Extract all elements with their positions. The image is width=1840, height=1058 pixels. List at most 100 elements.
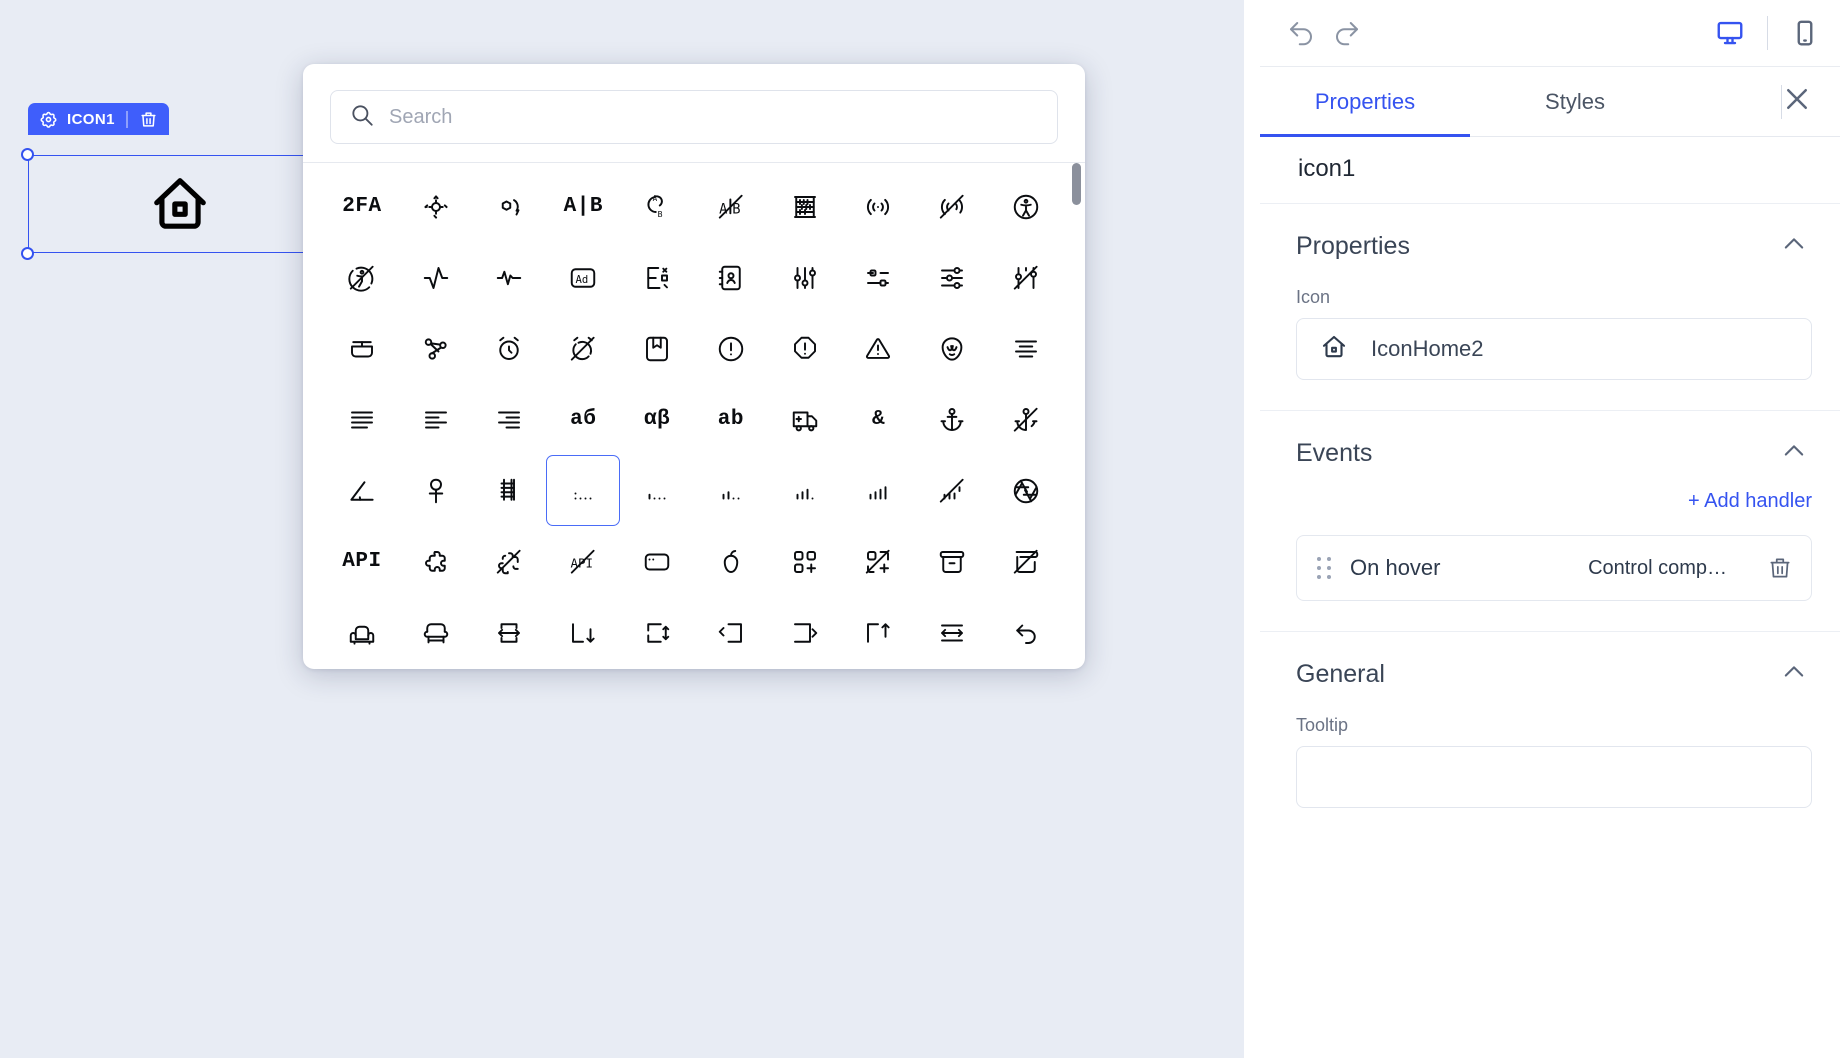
ad-2-icon[interactable] bbox=[620, 242, 694, 313]
antenna-bars-5-icon[interactable] bbox=[842, 455, 916, 526]
adjustments-alt-icon[interactable] bbox=[842, 242, 916, 313]
drag-handle-icon[interactable] bbox=[1317, 557, 1332, 579]
address-book-icon[interactable] bbox=[694, 242, 768, 313]
3d-cube-sphere-icon[interactable] bbox=[473, 171, 547, 242]
icon-grid-scroll[interactable]: 2FAA|BABABAdабαβab&APIAPI bbox=[303, 163, 1085, 665]
tab-styles[interactable]: Styles bbox=[1470, 67, 1680, 136]
ad-icon[interactable]: Ad bbox=[546, 242, 620, 313]
close-button[interactable] bbox=[1782, 67, 1840, 136]
api-app-off-icon[interactable] bbox=[473, 526, 547, 597]
antenna-bars-off-icon[interactable] bbox=[915, 455, 989, 526]
gear-icon[interactable] bbox=[39, 110, 58, 129]
3d-rotate-icon[interactable] bbox=[399, 171, 473, 242]
arrow-autofit-content-icon[interactable] bbox=[473, 597, 547, 665]
activity-icon[interactable] bbox=[399, 242, 473, 313]
adjustments-off-icon[interactable] bbox=[989, 242, 1063, 313]
tooltip-input[interactable] bbox=[1296, 746, 1812, 808]
apple-icon[interactable] bbox=[694, 526, 768, 597]
undo-icon[interactable] bbox=[1286, 18, 1316, 48]
trash-icon[interactable] bbox=[1767, 555, 1793, 581]
event-handler-row[interactable]: On hover Control comp… bbox=[1296, 535, 1812, 601]
alphabet-cyrillic-icon[interactable]: аб bbox=[546, 384, 620, 455]
ankh-icon[interactable] bbox=[399, 455, 473, 526]
search-input[interactable] bbox=[389, 106, 1039, 129]
icon-grid-scrollbar[interactable] bbox=[1072, 163, 1081, 665]
redo-icon[interactable] bbox=[1332, 18, 1362, 48]
access-point-off-icon[interactable] bbox=[915, 171, 989, 242]
icon-field[interactable]: IconHome2 bbox=[1296, 318, 1812, 380]
a-b-2-icon[interactable]: AB bbox=[620, 171, 694, 242]
chevron-up-icon[interactable] bbox=[1780, 658, 1808, 691]
alien-icon[interactable] bbox=[915, 313, 989, 384]
apps-icon[interactable] bbox=[768, 526, 842, 597]
access-point-icon[interactable] bbox=[842, 171, 916, 242]
app-window-icon[interactable] bbox=[620, 526, 694, 597]
alert-triangle-icon[interactable] bbox=[842, 313, 916, 384]
chevron-up-icon[interactable] bbox=[1780, 437, 1808, 470]
antenna-bars-1-icon[interactable] bbox=[546, 455, 620, 526]
desktop-icon[interactable] bbox=[1715, 18, 1745, 48]
archive-off-icon[interactable] bbox=[989, 526, 1063, 597]
section-general-header[interactable]: General bbox=[1260, 632, 1840, 711]
chevron-up-icon[interactable] bbox=[1780, 230, 1808, 263]
design-canvas[interactable]: ICON1 bbox=[0, 0, 1244, 1058]
a-b-icon[interactable]: A|B bbox=[546, 171, 620, 242]
resize-handle-bottom-left[interactable] bbox=[21, 247, 34, 260]
section-properties-header[interactable]: Properties bbox=[1260, 204, 1840, 283]
angle-icon[interactable] bbox=[325, 455, 399, 526]
armchair-icon[interactable] bbox=[325, 597, 399, 665]
aerial-lift-icon[interactable] bbox=[325, 313, 399, 384]
apps-off-icon[interactable] bbox=[842, 526, 916, 597]
align-right-icon[interactable] bbox=[473, 384, 547, 455]
alphabet-greek-icon[interactable]: αβ bbox=[620, 384, 694, 455]
adjustments-icon[interactable] bbox=[768, 242, 842, 313]
antenna-icon[interactable] bbox=[473, 455, 547, 526]
align-left-icon[interactable] bbox=[399, 384, 473, 455]
affiliate-icon[interactable] bbox=[399, 313, 473, 384]
activity-heartbeat-icon[interactable] bbox=[473, 242, 547, 313]
2fa-icon[interactable]: 2FA bbox=[325, 171, 399, 242]
antenna-bars-2-icon[interactable] bbox=[620, 455, 694, 526]
align-center-icon[interactable] bbox=[989, 313, 1063, 384]
arrow-autofit-right-icon[interactable] bbox=[768, 597, 842, 665]
album-icon[interactable] bbox=[620, 313, 694, 384]
antenna-bars-4-icon[interactable] bbox=[768, 455, 842, 526]
scrollbar-thumb[interactable] bbox=[1072, 163, 1081, 205]
arrow-autofit-down-icon[interactable] bbox=[546, 597, 620, 665]
api-icon[interactable]: API bbox=[325, 526, 399, 597]
icon-grid[interactable]: 2FAA|BABABAdабαβab&APIAPI bbox=[303, 163, 1085, 665]
arrow-autofit-width-icon[interactable] bbox=[915, 597, 989, 665]
alphabet-latin-icon[interactable]: ab bbox=[694, 384, 768, 455]
a-b-off-icon[interactable]: AB bbox=[694, 171, 768, 242]
tab-properties[interactable]: Properties bbox=[1260, 67, 1470, 136]
accessible-off-icon[interactable] bbox=[325, 242, 399, 313]
archive-icon[interactable] bbox=[915, 526, 989, 597]
selected-widget[interactable] bbox=[28, 155, 332, 253]
alert-circle-icon[interactable] bbox=[694, 313, 768, 384]
search-box[interactable] bbox=[330, 90, 1058, 144]
anchor-off-icon[interactable] bbox=[989, 384, 1063, 455]
ampersand-icon[interactable]: & bbox=[842, 384, 916, 455]
arrow-autofit-left-icon[interactable] bbox=[694, 597, 768, 665]
arrow-back-icon[interactable] bbox=[989, 597, 1063, 665]
aperture-icon[interactable] bbox=[989, 455, 1063, 526]
accessible-icon[interactable] bbox=[989, 171, 1063, 242]
antenna-bars-3-icon[interactable] bbox=[694, 455, 768, 526]
abacus-icon[interactable] bbox=[768, 171, 842, 242]
arrow-autofit-up-icon[interactable] bbox=[842, 597, 916, 665]
section-events-header[interactable]: Events bbox=[1260, 411, 1840, 490]
alert-octagon-icon[interactable] bbox=[768, 313, 842, 384]
armchair-2-icon[interactable] bbox=[399, 597, 473, 665]
ambulance-icon[interactable] bbox=[768, 384, 842, 455]
api-app-icon[interactable] bbox=[399, 526, 473, 597]
api-off-icon[interactable]: API bbox=[546, 526, 620, 597]
arrow-autofit-height-icon[interactable] bbox=[620, 597, 694, 665]
alarm-icon[interactable] bbox=[473, 313, 547, 384]
add-handler-button[interactable]: + Add handler bbox=[1260, 490, 1840, 535]
widget-selection-badge[interactable]: ICON1 bbox=[28, 103, 169, 135]
icon-picker-popover[interactable]: 2FAA|BABABAdабαβab&APIAPI bbox=[303, 64, 1085, 669]
mobile-icon[interactable] bbox=[1790, 18, 1820, 48]
close-icon[interactable] bbox=[1782, 84, 1812, 119]
anchor-icon[interactable] bbox=[915, 384, 989, 455]
trash-icon[interactable] bbox=[139, 110, 158, 129]
